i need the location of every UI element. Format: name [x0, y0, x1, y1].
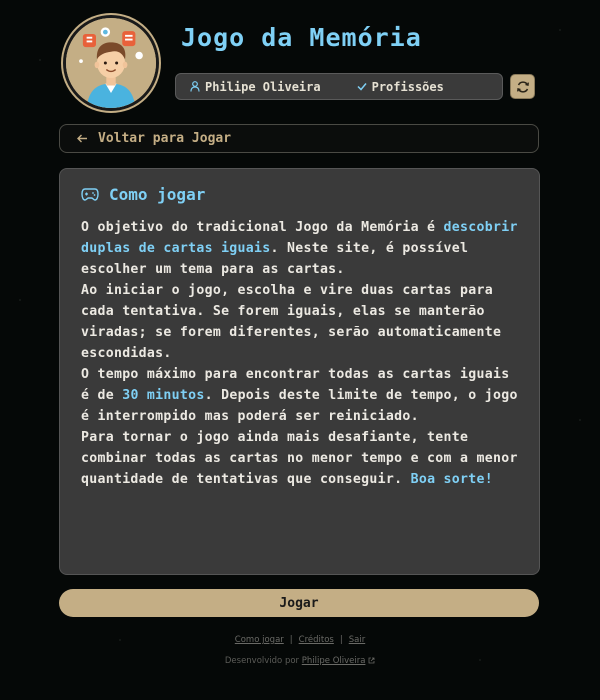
gamepad-icon: [81, 188, 99, 201]
text: O objetivo do tradicional Jogo da Memóri…: [81, 220, 444, 235]
user-bar: Philipe Oliveira Profissões: [175, 73, 503, 100]
footer-link-how-to-play[interactable]: Como jogar: [235, 635, 284, 645]
divider: |: [339, 635, 343, 645]
check-icon: [357, 83, 367, 91]
developer-avatar-illustration: [66, 18, 156, 108]
external-link-icon: [368, 657, 375, 664]
how-to-play-card: Como jogar O objetivo do tradicional Jog…: [59, 168, 540, 575]
footer-link-logout[interactable]: Sair: [349, 635, 365, 645]
page-title: Jogo da Memória: [181, 23, 422, 52]
user-icon: [190, 81, 200, 92]
paragraph-challenge: Para tornar o jogo ainda mais desafiante…: [81, 427, 519, 490]
highlight-text: Boa sorte!: [410, 472, 493, 487]
developer-link[interactable]: Philipe Oliveira: [302, 656, 366, 666]
user-info[interactable]: Philipe Oliveira: [190, 80, 321, 94]
divider: |: [289, 635, 293, 645]
avatar: [63, 15, 159, 111]
theme-info[interactable]: Profissões: [357, 80, 444, 94]
paragraph-start: Ao iniciar o jogo, escolha e vire duas c…: [81, 283, 502, 361]
theme-name: Profissões: [371, 79, 444, 94]
card-header: Como jogar: [81, 183, 519, 205]
back-to-play-button[interactable]: Voltar para Jogar: [59, 124, 539, 153]
header: Jogo da Memória Philipe Oliveira Profiss…: [63, 15, 543, 115]
footer-link-credits[interactable]: Créditos: [299, 635, 334, 645]
arrow-left-icon: [77, 134, 87, 143]
user-name: Philipe Oliveira: [205, 79, 321, 94]
paragraph-objective: O objetivo do tradicional Jogo da Memóri…: [81, 217, 519, 280]
refresh-button[interactable]: [510, 74, 535, 99]
back-label: Voltar para Jogar: [98, 131, 232, 146]
card-body: O objetivo do tradicional Jogo da Memóri…: [81, 217, 519, 490]
footer-developer: Desenvolvido por Philipe Oliveira: [0, 656, 600, 666]
card-title: Como jogar: [109, 184, 206, 204]
play-button[interactable]: Jogar: [59, 589, 539, 617]
highlight-text: 30 minutos: [122, 388, 205, 403]
paragraph-time: O tempo máximo para encontrar todas as c…: [81, 364, 519, 427]
developer-prefix: Desenvolvido por: [224, 656, 302, 666]
footer-links: Como jogar | Créditos | Sair: [0, 635, 600, 645]
refresh-icon: [516, 80, 529, 93]
